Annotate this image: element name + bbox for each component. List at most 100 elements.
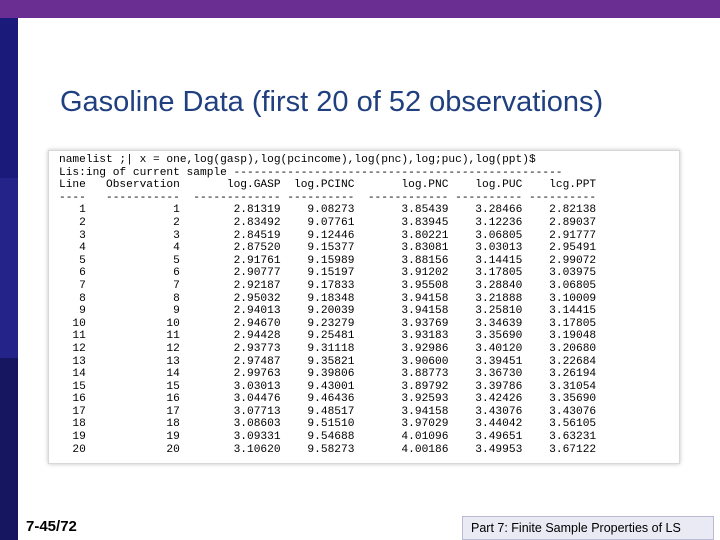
table-cell: 3.09331 xyxy=(179,431,281,444)
table-cell: 3.03975 xyxy=(522,267,597,280)
table-cell: 3.91202 xyxy=(354,267,449,280)
table-row: 2 2 2.83492 9.07761 3.83945 3.12236 2.89… xyxy=(59,217,596,229)
slide-number: 7-45/72 xyxy=(26,518,77,535)
table-cell: 3.19048 xyxy=(522,330,597,343)
table-cell: 3.35690 xyxy=(448,330,523,343)
column-header: log.PNC xyxy=(354,179,449,192)
table-cell: 3.40120 xyxy=(448,342,523,355)
table-cell: 3.95508 xyxy=(354,279,449,292)
table-cell: 9 xyxy=(59,305,86,318)
table-cell: 1 xyxy=(59,204,86,217)
table-cell: 3.49953 xyxy=(448,443,523,456)
table-cell: 3.92986 xyxy=(354,342,449,355)
table-cell: 3.22684 xyxy=(522,355,597,368)
table-cell: 10 xyxy=(85,317,180,330)
table-cell: 2.83492 xyxy=(179,216,281,229)
table-cell: 2.91777 xyxy=(522,229,597,242)
table-cell: 14 xyxy=(59,368,86,381)
table-row: 18 18 3.08603 9.51510 3.97029 3.44042 3.… xyxy=(59,418,596,430)
table-cell: 3.26194 xyxy=(522,368,597,381)
table-cell: 3.85439 xyxy=(354,204,449,217)
table-cell: 3.92593 xyxy=(354,393,449,406)
table-cell: 2.93773 xyxy=(179,342,281,355)
table-cell: 3.44042 xyxy=(448,418,523,431)
table-cell: 3.83081 xyxy=(354,242,449,255)
table-cell: 17 xyxy=(85,405,180,418)
table-cell: 3.28840 xyxy=(448,279,523,292)
table-row: 13 13 2.97487 9.35821 3.90600 3.39451 3.… xyxy=(59,356,596,368)
table-row: 20 20 3.10620 9.58273 4.00186 3.49953 3.… xyxy=(59,444,596,456)
table-cell: 3.43076 xyxy=(448,405,523,418)
table-row: 19 19 3.09331 9.54688 4.01096 3.49651 3.… xyxy=(59,431,596,443)
table-cell: 7 xyxy=(59,279,86,292)
table-cell: 2 xyxy=(85,216,180,229)
top-accent-bar xyxy=(0,0,720,18)
table-cell: 2.90777 xyxy=(179,267,281,280)
table-cell: 3.17805 xyxy=(448,267,523,280)
table-cell: 3.36730 xyxy=(448,368,523,381)
table-cell: 3.17805 xyxy=(522,317,597,330)
column-header: Line xyxy=(59,179,86,192)
table-cell: 9.39806 xyxy=(280,368,355,381)
table-cell: 14 xyxy=(85,368,180,381)
table-cell: 18 xyxy=(59,418,86,431)
table-cell: 9.07761 xyxy=(280,216,355,229)
table-cell: 4.00186 xyxy=(354,443,449,456)
table-cell: 13 xyxy=(85,355,180,368)
table-row: 10 10 2.94670 9.23279 3.93769 3.34639 3.… xyxy=(59,318,596,330)
table-cell: 19 xyxy=(59,431,86,444)
table-cell: 3.20680 xyxy=(522,342,597,355)
table-cell: 3.39451 xyxy=(448,355,523,368)
table-cell: 3.88773 xyxy=(354,368,449,381)
table-cell: 2.82138 xyxy=(522,204,597,217)
table-cell: 1 xyxy=(85,204,180,217)
data-listing: namelist ;| x = one,log(gasp),log(pcinco… xyxy=(59,154,597,456)
table-cell: 3.88156 xyxy=(354,254,449,267)
table-row: 1 1 2.81319 9.08273 3.85439 3.28466 2.82… xyxy=(59,204,596,216)
table-cell: 3.03013 xyxy=(179,380,281,393)
table-cell: 7 xyxy=(85,279,180,292)
table-cell: 3 xyxy=(59,229,86,242)
table-cell: 2.95032 xyxy=(179,292,281,305)
slide-title: Gasoline Data (first 20 of 52 observatio… xyxy=(60,86,604,118)
table-cell: 9.48517 xyxy=(280,405,355,418)
table-cell: 3.31054 xyxy=(522,380,597,393)
table-row: 14 14 2.99763 9.39806 3.88773 3.36730 3.… xyxy=(59,368,596,380)
table-row: 16 16 3.04476 9.46436 3.92593 3.42426 3.… xyxy=(59,393,596,405)
table-cell: 9.43001 xyxy=(280,380,355,393)
table-row: 9 9 2.94013 9.20039 3.94158 3.25810 3.14… xyxy=(59,305,596,317)
table-cell: 9.31118 xyxy=(280,342,355,355)
column-header: log.PUC xyxy=(448,179,523,192)
table-cell: 9.54688 xyxy=(280,431,355,444)
table-cell: 9.08273 xyxy=(280,204,355,217)
table-cell: 9.23279 xyxy=(280,317,355,330)
table-cell: 3.21888 xyxy=(448,292,523,305)
table-cell: 3.06805 xyxy=(522,279,597,292)
table-cell: 3.63231 xyxy=(522,431,597,444)
table-cell: 3.14415 xyxy=(522,305,597,318)
table-cell: 3.06805 xyxy=(448,229,523,242)
table-row: 6 6 2.90777 9.15197 3.91202 3.17805 3.03… xyxy=(59,267,596,279)
table-row: 7 7 2.92187 9.17833 3.95508 3.28840 3.06… xyxy=(59,280,596,292)
table-cell: 3.14415 xyxy=(448,254,523,267)
table-cell: 3.93183 xyxy=(354,330,449,343)
table-cell: 18 xyxy=(85,418,180,431)
table-cell: 5 xyxy=(59,254,86,267)
column-header: lcg.PPT xyxy=(522,179,597,192)
table-cell: 3.94158 xyxy=(354,292,449,305)
table-cell: 2.81319 xyxy=(179,204,281,217)
table-cell: 9.25481 xyxy=(280,330,355,343)
table-cell: 3.97029 xyxy=(354,418,449,431)
table-row: 15 15 3.03013 9.43001 3.89792 3.39786 3.… xyxy=(59,381,596,393)
table-cell: 9.17833 xyxy=(280,279,355,292)
table-row: 3 3 2.84519 9.12446 3.80221 3.06805 2.91… xyxy=(59,230,596,242)
table-cell: 3.94158 xyxy=(354,305,449,318)
table-cell: 2.99072 xyxy=(522,254,597,267)
table-cell: 6 xyxy=(85,267,180,280)
table-cell: 12 xyxy=(85,342,180,355)
table-cell: 9.35821 xyxy=(280,355,355,368)
table-cell: 16 xyxy=(85,393,180,406)
listing-label: Lis:ing of current sample xyxy=(59,166,227,179)
table-cell: 3.89792 xyxy=(354,380,449,393)
table-cell: 2.97487 xyxy=(179,355,281,368)
